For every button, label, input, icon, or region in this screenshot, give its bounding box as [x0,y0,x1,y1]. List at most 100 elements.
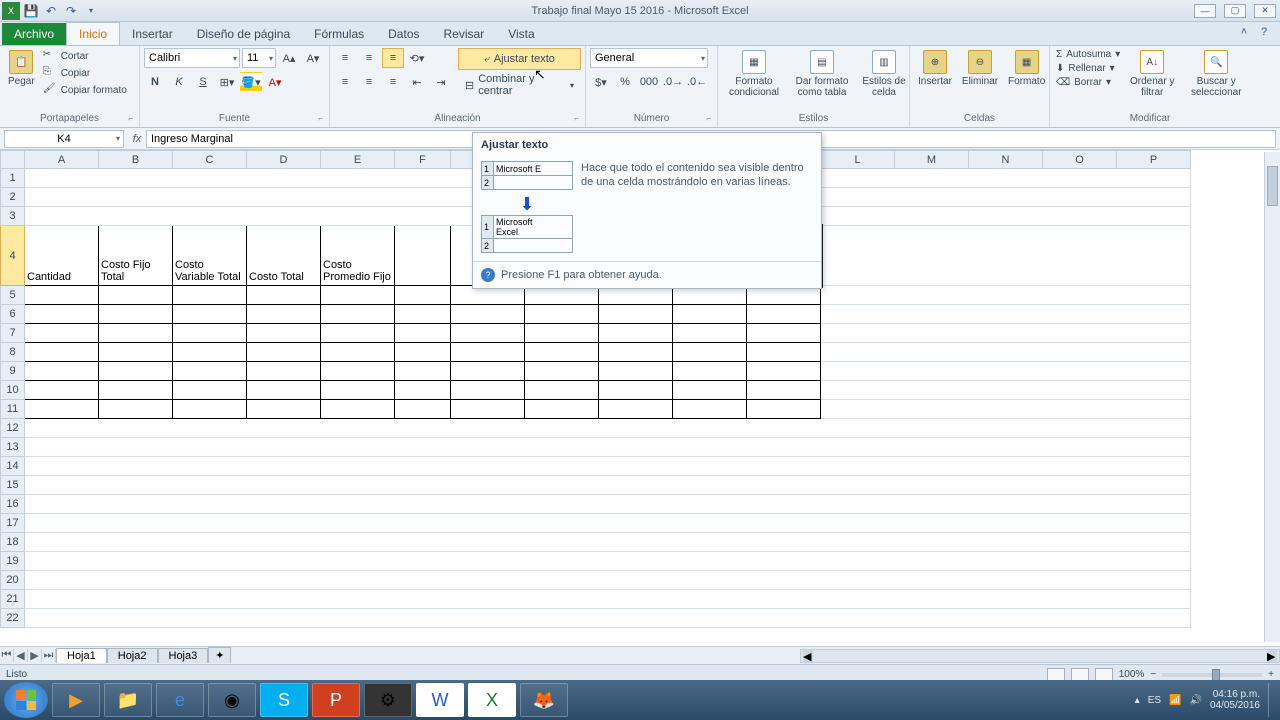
taskbar-powerpoint-icon[interactable]: P [312,683,360,717]
row-14[interactable]: 14 [1,457,25,476]
horizontal-scrollbar[interactable]: ◀ ▶ [800,649,1280,663]
row-9[interactable]: 9 [1,362,25,381]
wrap-text-button[interactable]: ⤶ Ajustar texto [458,48,581,70]
grow-font-button[interactable]: A▴ [278,48,300,68]
show-desktop-button[interactable] [1268,683,1276,717]
qat-dropdown-icon[interactable]: ▾ [82,2,100,20]
save-icon[interactable]: 💾 [22,2,40,20]
row-13[interactable]: 13 [1,438,25,457]
sort-filter-button[interactable]: A↓Ordenar y filtrar [1124,48,1180,100]
tab-revisar[interactable]: Revisar [432,23,497,45]
cell-E4[interactable]: Costo Promedio Fijo [321,226,395,286]
minimize-button[interactable]: — [1194,4,1216,18]
col-M[interactable]: M [895,151,969,169]
row-12[interactable]: 12 [1,419,25,438]
sheet-nav-next[interactable]: ▶ [28,649,42,662]
tab-insertar[interactable]: Insertar [120,23,185,45]
border-button[interactable]: ⊞▾ [216,72,238,92]
row-22[interactable]: 22 [1,609,25,628]
zoom-in-button[interactable]: + [1268,669,1274,680]
find-select-button[interactable]: 🔍Buscar y seleccionar [1182,48,1250,100]
col-P[interactable]: P [1117,151,1191,169]
cell-A4[interactable]: Cantidad [25,226,99,286]
tray-volume-icon[interactable]: 🔊 [1189,695,1201,706]
sheet-nav-last[interactable]: ⏭ [42,649,56,662]
tab-diseno[interactable]: Diseño de página [185,23,302,45]
conditional-format-button[interactable]: ▦Formato condicional [722,48,786,100]
col-O[interactable]: O [1043,151,1117,169]
row-19[interactable]: 19 [1,552,25,571]
col-D[interactable]: D [247,151,321,169]
format-table-button[interactable]: ▤Dar formato como tabla [788,48,856,100]
row-2[interactable]: 2 [1,188,25,207]
sheet-nav-first[interactable]: ⏮ [0,649,14,662]
font-color-button[interactable]: A▾ [264,72,286,92]
align-bottom-button[interactable]: ≡ [382,48,404,68]
row-1[interactable]: 1 [1,169,25,188]
row-20[interactable]: 20 [1,571,25,590]
taskbar-explorer-icon[interactable]: 📁 [104,683,152,717]
sheet-tab-hoja2[interactable]: Hoja2 [107,648,158,663]
format-cells-button[interactable]: ▦Formato [1004,48,1049,89]
tab-datos[interactable]: Datos [376,23,431,45]
align-top-button[interactable]: ≡ [334,48,356,68]
paste-button[interactable]: 📋 Pegar [4,48,39,89]
align-center-button[interactable]: ≡ [358,72,380,92]
vertical-scrollbar[interactable] [1264,152,1280,642]
increase-indent-button[interactable]: ⇥ [430,72,452,92]
orientation-button[interactable]: ⟲▾ [406,48,428,68]
row-11[interactable]: 11 [1,400,25,419]
tab-inicio[interactable]: Inicio [66,22,120,45]
row-3[interactable]: 3 [1,207,25,226]
row-17[interactable]: 17 [1,514,25,533]
select-all-corner[interactable] [1,151,25,169]
cut-button[interactable]: ✂Cortar [41,48,129,64]
help-icon[interactable]: ? [1256,24,1272,40]
row-7[interactable]: 7 [1,324,25,343]
merge-center-button[interactable]: ⊟ Combinar y centrar ▾ [458,74,581,96]
autosum-button[interactable]: ΣAutosuma▾ [1054,48,1122,61]
fill-button[interactable]: ⬇Rellenar▾ [1054,62,1122,75]
sheet-nav-prev[interactable]: ◀ [14,649,28,662]
row-6[interactable]: 6 [1,305,25,324]
cell-C4[interactable]: Costo Variable Total [173,226,247,286]
new-sheet-button[interactable]: ✦ [208,647,231,663]
copy-button[interactable]: ⎘Copiar [41,65,129,81]
close-button[interactable]: ✕ [1254,4,1276,18]
zoom-out-button[interactable]: − [1150,669,1156,680]
align-right-button[interactable]: ≡ [382,72,404,92]
sheet-tab-hoja1[interactable]: Hoja1 [56,648,107,663]
tab-vista[interactable]: Vista [496,23,546,45]
undo-icon[interactable]: ↶ [42,2,60,20]
fx-icon[interactable]: fx [128,130,146,148]
underline-button[interactable]: S [192,72,214,92]
tab-formulas[interactable]: Fórmulas [302,23,376,45]
taskbar-app-icon[interactable]: ⚙ [364,683,412,717]
col-B[interactable]: B [99,151,173,169]
col-C[interactable]: C [173,151,247,169]
maximize-button[interactable]: ▢ [1224,4,1246,18]
file-tab[interactable]: Archivo [2,23,66,45]
zoom-slider[interactable] [1162,673,1262,677]
col-N[interactable]: N [969,151,1043,169]
row-5[interactable]: 5 [1,286,25,305]
name-box[interactable]: K4 [4,130,124,148]
shrink-font-button[interactable]: A▾ [302,48,324,68]
col-L[interactable]: L [821,151,895,169]
percent-button[interactable]: % [614,72,636,92]
font-size-combo[interactable]: 11 [242,48,276,68]
cell-D4[interactable]: Costo Total [247,226,321,286]
taskbar-firefox-icon[interactable]: 🦊 [520,683,568,717]
increase-decimal-button[interactable]: .0→ [662,72,684,92]
insert-cells-button[interactable]: ⊕Insertar [914,48,956,89]
align-middle-button[interactable]: ≡ [358,48,380,68]
row-4[interactable]: 4 [1,226,25,286]
cell-B4[interactable]: Costo Fijo Total [99,226,173,286]
comma-button[interactable]: 000 [638,72,660,92]
minimize-ribbon-icon[interactable]: ˄ [1236,24,1252,40]
row-21[interactable]: 21 [1,590,25,609]
cell-styles-button[interactable]: ▥Estilos de celda [858,48,910,100]
col-F[interactable]: F [395,151,451,169]
taskbar-ie-icon[interactable]: e [156,683,204,717]
start-button[interactable] [4,682,48,718]
